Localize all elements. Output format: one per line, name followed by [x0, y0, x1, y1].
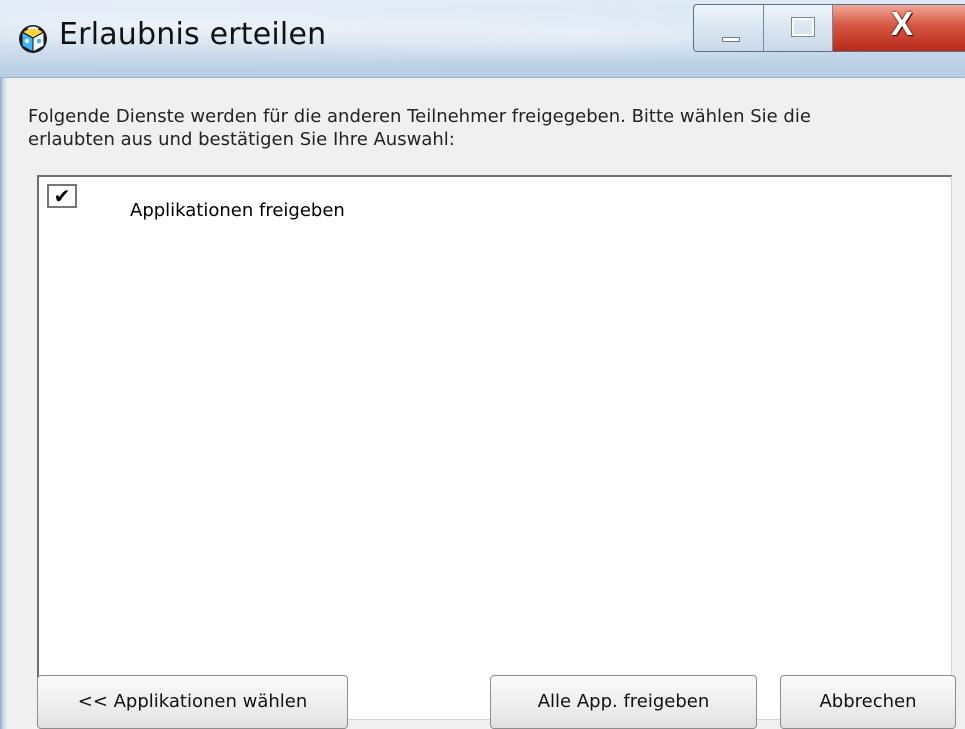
- minimize-icon: [722, 37, 740, 42]
- puzzle-cube-icon: [17, 23, 49, 55]
- window-left-frame: [0, 78, 7, 729]
- window-title: Erlaubnis erteilen: [59, 17, 327, 52]
- service-checkbox[interactable]: ✔: [47, 184, 77, 208]
- instruction-line-1: Folgende Dienste werden für die anderen …: [28, 106, 811, 127]
- close-icon: X: [891, 5, 914, 42]
- check-icon: ✔: [53, 184, 71, 208]
- select-applications-button[interactable]: << Applikationen wählen: [37, 675, 348, 729]
- share-all-apps-button[interactable]: Alle App. freigeben: [490, 675, 757, 729]
- dialog-body: Folgende Dienste werden für die anderen …: [0, 78, 965, 729]
- service-list[interactable]: ✔ Applikationen freigeben: [37, 175, 952, 720]
- window-controls: X: [693, 4, 965, 52]
- title-bar: Erlaubnis erteilen X: [0, 0, 965, 78]
- list-item-applikationen-freigeben[interactable]: ✔ Applikationen freigeben: [47, 184, 467, 221]
- maximize-icon: [791, 17, 815, 37]
- close-button[interactable]: X: [833, 5, 965, 51]
- service-label: Applikationen freigeben: [130, 200, 345, 221]
- cancel-button[interactable]: Abbrechen: [780, 675, 956, 729]
- instruction-line-2: erlaubten aus und bestätigen Sie Ihre Au…: [28, 129, 455, 150]
- minimize-button[interactable]: [694, 5, 764, 51]
- maximize-button[interactable]: [764, 5, 833, 51]
- permission-dialog-window: Erlaubnis erteilen X Folgende Dienste we…: [0, 0, 965, 729]
- instruction-text: Folgende Dienste werden für die anderen …: [28, 105, 958, 151]
